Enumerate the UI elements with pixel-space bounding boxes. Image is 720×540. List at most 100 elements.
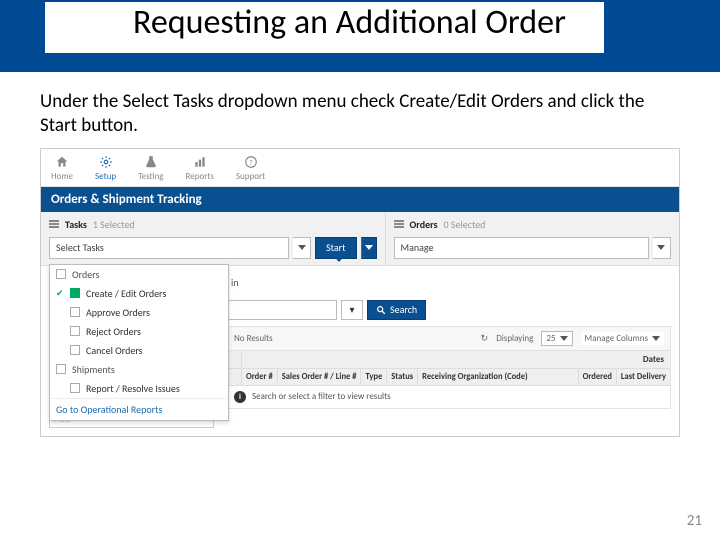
slide-title-wrap: Requesting an Additional Order: [45, 2, 604, 53]
search-input[interactable]: [227, 300, 337, 320]
opt-label: Approve Orders: [86, 306, 150, 319]
nav-label: Testing: [138, 171, 163, 182]
page-size-select[interactable]: 25: [541, 331, 572, 346]
nav-label: Support: [236, 171, 265, 182]
tasks-header: Tasks 1 Selected: [49, 218, 377, 231]
slide-instruction: Under the Select Tasks dropdown menu che…: [0, 72, 720, 148]
checkbox-icon[interactable]: [56, 364, 66, 374]
expand-col: [228, 369, 242, 385]
page-size-value: 25: [546, 333, 555, 344]
col-receiving-org[interactable]: Receiving Organization (Code): [418, 369, 578, 385]
manage-text: Manage: [401, 241, 434, 254]
tasks-count: 1 Selected: [93, 218, 135, 231]
col-status[interactable]: Status: [387, 369, 418, 385]
opt-label: Create / Edit Orders: [86, 287, 166, 300]
orders-controls: Manage: [394, 237, 671, 259]
section-title: Orders & Shipment Tracking: [41, 187, 679, 212]
select-tasks-menu: Orders Create / Edit Orders Approve Orde…: [49, 264, 229, 421]
col-type[interactable]: Type: [361, 369, 387, 385]
opt-create-edit-orders[interactable]: Create / Edit Orders: [50, 284, 228, 303]
filter-toggle-button[interactable]: ▾: [341, 300, 363, 320]
tasks-controls: Select Tasks Start: [49, 237, 377, 259]
orders-icon: [394, 220, 404, 228]
app-screenshot: Home Setup Testing Reports ? Support Ord…: [40, 148, 680, 437]
opt-label: Cancel Orders: [86, 344, 143, 357]
chart-icon: [193, 155, 207, 169]
select-tasks-caret[interactable]: [293, 237, 311, 259]
link-operational-reports[interactable]: Go to Operational Reports: [50, 398, 228, 420]
caret-down-icon: [657, 245, 665, 250]
page-number: 21: [687, 512, 702, 530]
nav-home[interactable]: Home: [51, 155, 73, 182]
search-button[interactable]: Search: [367, 300, 426, 320]
manage-columns-button[interactable]: Manage Columns: [581, 332, 665, 345]
search-icon: [376, 305, 386, 315]
opt-approve-orders[interactable]: Approve Orders: [50, 303, 228, 322]
slide-title-bar: Requesting an Additional Order: [0, 0, 720, 72]
manage-caret[interactable]: [653, 237, 671, 259]
select-tasks-dropdown[interactable]: Select Tasks: [49, 237, 289, 259]
col-sales-order[interactable]: Sales Order # / Line #: [278, 369, 362, 385]
no-results-text: No Results: [234, 333, 273, 344]
admin-suffix: in: [231, 276, 239, 289]
col-last-delivery[interactable]: Last Delivery: [617, 369, 670, 385]
manage-dropdown[interactable]: Manage: [394, 237, 649, 259]
checkbox-checked-icon: [70, 288, 80, 298]
start-split-caret[interactable]: [361, 237, 377, 259]
manage-columns-label: Manage Columns: [585, 333, 649, 344]
opt-cancel-orders[interactable]: Cancel Orders: [50, 341, 228, 360]
nav-support[interactable]: ? Support: [236, 155, 265, 182]
opt-report-resolve[interactable]: Report / Resolve Issues: [50, 379, 228, 398]
slide-title: Requesting an Additional Order: [115, 2, 584, 47]
col-order-num[interactable]: Order #: [242, 369, 278, 385]
help-icon: ?: [244, 155, 258, 169]
opt-label: Report / Resolve Issues: [86, 382, 180, 395]
grid-empty-row: i Search or select a filter to view resu…: [228, 386, 670, 408]
dates-header: Dates: [637, 351, 670, 368]
lower-content: Sales Order # Add Type Add Orders Create…: [41, 266, 679, 436]
caret-down-icon: [560, 336, 568, 341]
refresh-icon[interactable]: [481, 333, 489, 344]
callout-arrow-icon: [330, 252, 348, 262]
filter-icon: ▾: [349, 303, 354, 316]
nav-testing[interactable]: Testing: [138, 155, 163, 182]
nav-label: Setup: [95, 171, 116, 182]
tasks-label: Tasks: [65, 218, 87, 231]
group-shipments: Shipments: [50, 360, 228, 379]
results-grid: Dates Order # Sales Order # / Line # Typ…: [227, 351, 671, 409]
nav-setup[interactable]: Setup: [95, 155, 116, 182]
orders-panel: Orders 0 Selected Manage: [386, 212, 679, 265]
orders-label: Orders: [410, 218, 438, 231]
checkbox-icon: [70, 326, 80, 336]
displaying-label: Displaying: [496, 333, 533, 344]
caret-down-icon: [298, 245, 306, 250]
panel-row: Tasks 1 Selected Select Tasks Start Orde…: [41, 212, 679, 266]
grid-columns: Order # Sales Order # / Line # Type Stat…: [228, 369, 670, 386]
group-orders: Orders: [50, 265, 228, 284]
select-tasks-text: Select Tasks: [56, 241, 104, 254]
flask-icon: [144, 155, 158, 169]
grid-header-top: Dates: [228, 351, 670, 369]
caret-down-icon: [365, 245, 373, 250]
search-label: Search: [390, 303, 417, 316]
opt-reject-orders[interactable]: Reject Orders: [50, 322, 228, 341]
nav-reports[interactable]: Reports: [186, 155, 214, 182]
checkbox-icon: [70, 383, 80, 393]
search-row: ▾ Search: [227, 300, 671, 320]
grid-info-text: Search or select a filter to view result…: [252, 391, 391, 402]
col-ordered[interactable]: Ordered: [579, 369, 617, 385]
home-icon: [55, 155, 69, 169]
gear-icon: [99, 155, 113, 169]
group-label: Shipments: [72, 363, 115, 376]
nav-label: Home: [51, 171, 73, 182]
checkbox-icon[interactable]: [56, 269, 66, 279]
opt-label: Reject Orders: [86, 325, 141, 338]
info-icon: i: [234, 391, 246, 403]
checkbox-icon: [70, 345, 80, 355]
checkbox-icon: [70, 307, 80, 317]
top-nav: Home Setup Testing Reports ? Support: [41, 149, 679, 187]
orders-header: Orders 0 Selected: [394, 218, 671, 231]
group-label: Orders: [72, 268, 99, 281]
svg-text:?: ?: [249, 157, 252, 166]
tasks-icon: [49, 220, 59, 228]
